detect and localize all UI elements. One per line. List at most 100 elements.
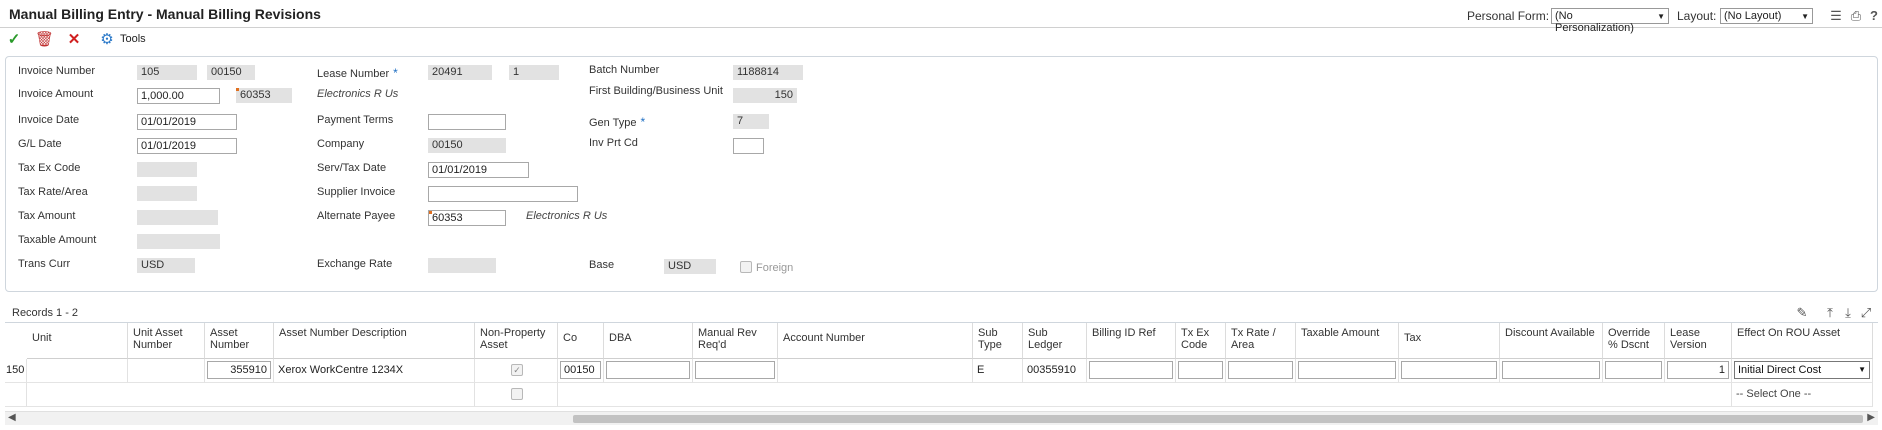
cancel-close-icon[interactable]: ✕ [65, 31, 83, 49]
invoice-amount-input[interactable]: 1,000.00 [137, 88, 220, 104]
alternate-payee-label: Alternate Payee [317, 210, 396, 222]
row1-discount-cell[interactable] [1500, 359, 1603, 383]
invoice-amount-label: Invoice Amount [18, 88, 94, 100]
row1-asset-number-cell[interactable]: 355910 [205, 359, 274, 383]
supplier-invoice-input[interactable] [428, 186, 578, 202]
col-taxable-amount[interactable]: Taxable Amount [1296, 323, 1399, 359]
upload-icon[interactable]: ⤒ [1822, 305, 1838, 321]
row2-effect-placeholder[interactable]: -- Select One -- [1732, 383, 1873, 407]
row1-lease-version-input[interactable]: 1 [1667, 361, 1729, 379]
row1-tx-ex-cell[interactable] [1176, 359, 1226, 383]
row2-non-property-cell[interactable] [475, 383, 558, 407]
row1-taxable-cell[interactable] [1296, 359, 1399, 383]
row1-sub-type[interactable]: E [973, 359, 1023, 383]
col-effect-on-rou-asset[interactable]: Effect On ROU Asset [1732, 323, 1873, 359]
col-tx-ex-code[interactable]: Tx Ex Code [1176, 323, 1226, 359]
row2-unit[interactable] [5, 383, 27, 407]
row1-asset-number-input[interactable]: 355910 [207, 361, 271, 379]
row1-override-cell[interactable] [1603, 359, 1665, 383]
records-grid: Unit Unit Asset Number Asset Number Asse… [5, 322, 1878, 408]
tax-amount-field [137, 210, 218, 225]
row1-sub-ledger[interactable]: 00355910 [1023, 359, 1087, 383]
row1-tax-input[interactable] [1401, 361, 1497, 379]
row1-blank[interactable] [27, 359, 128, 383]
exchange-rate-field [428, 258, 496, 273]
scroll-right-icon[interactable]: ▶ [1867, 412, 1875, 423]
payment-terms-input[interactable] [428, 114, 506, 130]
row1-dba-cell[interactable] [604, 359, 693, 383]
personal-form-select[interactable]: (No Personalization) ▼ [1551, 8, 1669, 34]
row1-co-cell[interactable]: 00150 [558, 359, 604, 383]
col-unit[interactable]: Unit [27, 323, 128, 359]
horizontal-scrollbar[interactable]: ◀ ▶ [5, 411, 1878, 425]
layout-label: Layout: [1677, 9, 1717, 23]
tools-gear-icon[interactable]: ⚙ [98, 31, 116, 49]
row1-lease-version-cell[interactable]: 1 [1665, 359, 1732, 383]
col-lease-version[interactable]: Lease Version [1665, 323, 1732, 359]
serv-tax-date-input[interactable]: 01/01/2019 [428, 162, 529, 178]
help-icon[interactable]: ? [1866, 8, 1882, 24]
row1-co-input[interactable]: 00150 [560, 361, 601, 379]
row1-effect-select[interactable]: Initial Direct Cost ▼ [1734, 361, 1870, 379]
row1-manual-rev-cell[interactable] [693, 359, 778, 383]
row2-blank[interactable] [27, 383, 475, 407]
scrollbar-thumb[interactable] [573, 415, 1863, 423]
row1-dba-input[interactable] [606, 361, 690, 379]
col-co[interactable]: Co [558, 323, 604, 359]
col-sub-type[interactable]: Sub Type [973, 323, 1023, 359]
row1-taxable-input[interactable] [1298, 361, 1396, 379]
row1-manual-rev-input[interactable] [695, 361, 775, 379]
edit-icon[interactable]: ✎ [1794, 305, 1810, 321]
row1-tx-ex-input[interactable] [1178, 361, 1223, 379]
row1-effect-cell[interactable]: Initial Direct Cost ▼ [1732, 359, 1873, 383]
row2-fill[interactable] [558, 383, 1732, 407]
col-asset-number[interactable]: Asset Number [205, 323, 274, 359]
row1-tx-rate-cell[interactable] [1226, 359, 1296, 383]
ok-check-icon[interactable]: ✓ [5, 31, 23, 49]
col-discount-available[interactable]: Discount Available [1500, 323, 1603, 359]
required-icon: * [393, 66, 398, 80]
tools-menu[interactable]: Tools [120, 33, 146, 45]
row1-tx-rate-input[interactable] [1228, 361, 1293, 379]
row1-non-property-cell[interactable]: ✓ [475, 359, 558, 383]
col-dba[interactable]: DBA [604, 323, 693, 359]
row1-account-number[interactable] [778, 359, 973, 383]
row1-billing-id-input[interactable] [1089, 361, 1173, 379]
col-manual-rev-reqd[interactable]: Manual Rev Req'd [693, 323, 778, 359]
lease-version-field: 1 [509, 65, 559, 80]
batch-number-label: Batch Number [589, 64, 660, 76]
col-asset-number-description[interactable]: Asset Number Description [274, 323, 475, 359]
layout-select[interactable]: (No Layout) ▼ [1720, 8, 1813, 24]
col-unit-asset-number[interactable]: Unit Asset Number [128, 323, 205, 359]
row1-asset-description[interactable]: Xerox WorkCentre 1234X [274, 359, 475, 383]
col-billing-id-ref[interactable]: Billing ID Ref [1087, 323, 1176, 359]
download-icon[interactable]: ⤓ [1840, 305, 1856, 321]
list-icon[interactable]: ☰ [1828, 8, 1844, 24]
col-tx-rate-area[interactable]: Tx Rate / Area [1226, 323, 1296, 359]
chevron-down-icon: ▼ [1657, 12, 1665, 21]
alternate-payee-input[interactable]: 60353 [428, 210, 506, 226]
row1-discount-input[interactable] [1502, 361, 1600, 379]
row1-override-input[interactable] [1605, 361, 1662, 379]
scroll-left-icon[interactable]: ◀ [8, 412, 16, 423]
expand-icon[interactable]: ⤢ [1858, 305, 1874, 321]
col-override-dscnt[interactable]: Override % Dscnt [1603, 323, 1665, 359]
supplier-invoice-label: Supplier Invoice [317, 186, 396, 198]
col-sub-ledger[interactable]: Sub Ledger [1023, 323, 1087, 359]
col-tax[interactable]: Tax [1399, 323, 1500, 359]
print-icon[interactable]: ⎙ [1848, 8, 1864, 24]
delete-trash-icon[interactable]: 🗑 [35, 31, 54, 49]
invoice-date-input[interactable]: 01/01/2019 [137, 114, 237, 130]
company-field: 00150 [428, 138, 506, 153]
foreign-checkbox[interactable] [740, 261, 752, 273]
row2-non-property-checkbox[interactable] [511, 388, 523, 400]
inv-prt-cd-input[interactable] [733, 138, 764, 154]
row1-non-property-checkbox[interactable]: ✓ [511, 364, 523, 376]
row1-unit-asset-number[interactable] [128, 359, 205, 383]
gl-date-input[interactable]: 01/01/2019 [137, 138, 237, 154]
row1-billing-id-cell[interactable] [1087, 359, 1176, 383]
row1-unit[interactable]: 150 [5, 359, 27, 383]
row1-tax-cell[interactable] [1399, 359, 1500, 383]
col-account-number[interactable]: Account Number [778, 323, 973, 359]
col-non-property-asset[interactable]: Non-Property Asset [475, 323, 558, 359]
